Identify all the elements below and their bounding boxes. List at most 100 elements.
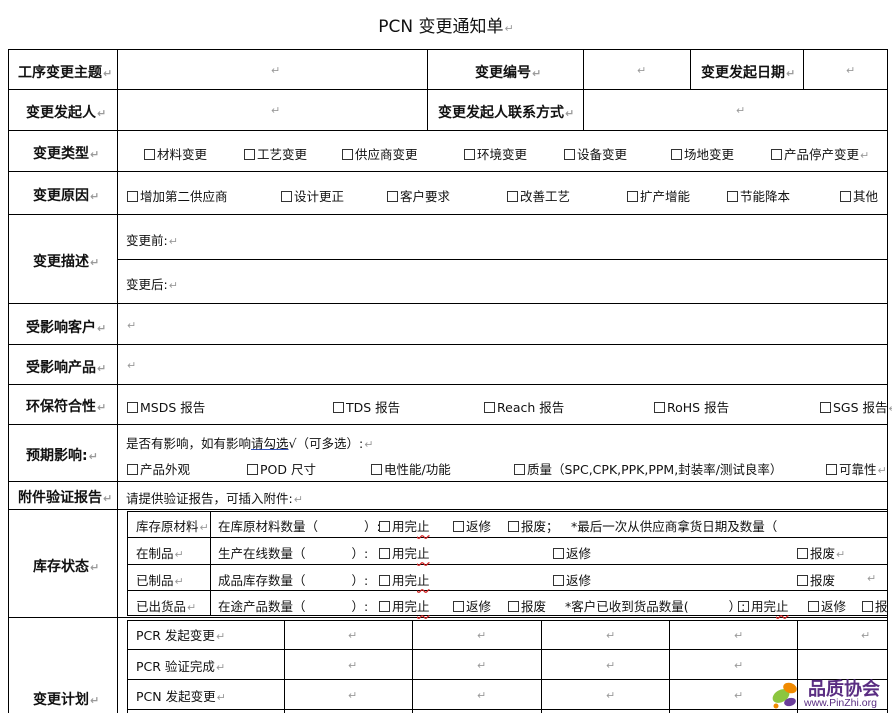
rework-option[interactable]: 返修	[553, 570, 591, 589]
change-reason-option[interactable]: 节能降本	[727, 186, 790, 205]
checkbox-icon[interactable]	[379, 521, 390, 532]
checkbox-icon[interactable]	[826, 464, 837, 475]
finish-option[interactable]: 用完止	[379, 570, 430, 589]
checkbox-icon[interactable]	[127, 464, 138, 475]
plan-cell[interactable]: ↵	[347, 627, 357, 642]
plan-cell[interactable]: ↵	[860, 627, 870, 642]
plan-cell[interactable]: ↵	[733, 657, 743, 672]
change-type-option[interactable]: 供应商变更	[342, 144, 418, 163]
impact-option[interactable]: 产品外观	[127, 459, 190, 478]
change-reason-option[interactable]: 设计更正	[281, 186, 344, 205]
env-option[interactable]: SGS 报告↵	[820, 397, 892, 416]
scrap-option[interactable]: 报废	[508, 596, 546, 615]
change-reason-option[interactable]: 增加第二供应商	[127, 186, 228, 205]
start-date-field[interactable]: ↵	[845, 62, 855, 77]
checkbox-icon[interactable]	[342, 149, 353, 160]
checkbox-icon[interactable]	[553, 548, 564, 559]
plan-cell[interactable]: ↵	[347, 657, 357, 672]
checkbox-icon[interactable]	[453, 601, 464, 612]
plan-cell[interactable]: ↵	[476, 627, 486, 642]
change-reason-option[interactable]: 其他	[840, 186, 878, 205]
scrap-option[interactable]: 报	[862, 596, 888, 615]
impact-option[interactable]: POD 尺寸	[247, 459, 316, 478]
checkbox-icon[interactable]	[771, 149, 782, 160]
checkbox-icon[interactable]	[247, 464, 258, 475]
plan-cell[interactable]: ↵	[605, 627, 615, 642]
change-no-field[interactable]: ↵	[636, 62, 646, 77]
rework-option[interactable]: 返修	[453, 596, 491, 615]
impact-option[interactable]: 可靠性↵	[826, 459, 887, 478]
env-option[interactable]: Reach 报告	[484, 397, 564, 416]
checkbox-icon[interactable]	[508, 521, 519, 532]
change-reason-option[interactable]: 改善工艺	[507, 186, 570, 205]
change-type-option[interactable]: 设备变更	[564, 144, 627, 163]
checkbox-icon[interactable]	[453, 521, 464, 532]
plan-cell[interactable]: ↵	[605, 657, 615, 672]
checkbox-icon[interactable]	[654, 402, 665, 413]
checkbox-icon[interactable]	[514, 464, 525, 475]
change-type-option[interactable]: 材料变更	[144, 144, 207, 163]
description-before[interactable]: 变更前:↵	[126, 230, 178, 249]
rework-option[interactable]: 返修	[553, 543, 591, 562]
initiator-field[interactable]: ↵	[270, 102, 280, 117]
checkbox-icon[interactable]	[379, 548, 390, 559]
change-reason-option[interactable]: 客户要求	[387, 186, 450, 205]
attachment-field[interactable]: 请提供验证报告，可插入附件:↵	[126, 488, 303, 507]
contact-field[interactable]: ↵	[735, 102, 745, 117]
env-option[interactable]: MSDS 报告	[127, 397, 205, 416]
checkbox-icon[interactable]	[387, 191, 398, 202]
checkbox-icon[interactable]	[464, 149, 475, 160]
change-type-option[interactable]: 工艺变更	[244, 144, 307, 163]
rework-option[interactable]: 返修	[453, 516, 491, 535]
affected-product-field[interactable]: ↵	[126, 357, 136, 372]
change-reason-option[interactable]: 扩产增能	[627, 186, 690, 205]
checkbox-icon[interactable]	[862, 601, 873, 612]
change-type-option[interactable]: 场地变更	[671, 144, 734, 163]
checkbox-icon[interactable]	[379, 601, 390, 612]
plan-cell[interactable]: ↵	[605, 687, 615, 702]
finish-option[interactable]: 用完止	[738, 596, 789, 615]
checkbox-icon[interactable]	[797, 575, 808, 586]
env-option[interactable]: RoHS 报告	[654, 397, 729, 416]
checkbox-icon[interactable]	[333, 402, 344, 413]
finish-option[interactable]: 用完止	[379, 596, 430, 615]
checkbox-icon[interactable]	[797, 548, 808, 559]
checkbox-icon[interactable]	[244, 149, 255, 160]
plan-cell[interactable]: ↵	[476, 657, 486, 672]
env-option[interactable]: TDS 报告	[333, 397, 400, 416]
checkbox-icon[interactable]	[127, 402, 138, 413]
finish-option[interactable]: 用完止	[379, 543, 430, 562]
checkbox-icon[interactable]	[127, 191, 138, 202]
checkbox-icon[interactable]	[484, 402, 495, 413]
finish-option[interactable]: 用完止	[379, 516, 430, 535]
checkbox-icon[interactable]	[371, 464, 382, 475]
checkbox-icon[interactable]	[507, 191, 518, 202]
change-type-option[interactable]: 环境变更	[464, 144, 527, 163]
subject-field[interactable]: ↵	[270, 62, 280, 77]
plan-cell[interactable]: ↵	[476, 687, 486, 702]
checkbox-icon[interactable]	[144, 149, 155, 160]
checkbox-icon[interactable]	[727, 191, 738, 202]
checkbox-icon[interactable]	[738, 601, 749, 612]
impact-option[interactable]: 电性能/功能	[371, 459, 451, 478]
change-type-option[interactable]: 产品停产变更↵	[771, 144, 869, 163]
affected-customer-field[interactable]: ↵	[126, 317, 136, 332]
rework-option[interactable]: 返修	[808, 596, 846, 615]
checkbox-icon[interactable]	[627, 191, 638, 202]
checkbox-icon[interactable]	[508, 601, 519, 612]
description-after[interactable]: 变更后:↵	[126, 274, 178, 293]
impact-option[interactable]: 质量（SPC,CPK,PPK,PPM,封装率/测试良率）	[514, 459, 782, 478]
checkbox-icon[interactable]	[379, 575, 390, 586]
checkbox-icon[interactable]	[820, 402, 831, 413]
plan-cell[interactable]: ↵	[733, 687, 743, 702]
checkbox-icon[interactable]	[840, 191, 851, 202]
checkbox-icon[interactable]	[671, 149, 682, 160]
checkbox-icon[interactable]	[553, 575, 564, 586]
plan-cell[interactable]: ↵	[347, 687, 357, 702]
checkbox-icon[interactable]	[808, 601, 819, 612]
checkbox-icon[interactable]	[281, 191, 292, 202]
scrap-option[interactable]: 报废	[797, 570, 835, 589]
plan-cell[interactable]: ↵	[733, 627, 743, 642]
scrap-option[interactable]: 报废；	[508, 516, 559, 535]
scrap-option[interactable]: 报废↵	[797, 543, 845, 562]
